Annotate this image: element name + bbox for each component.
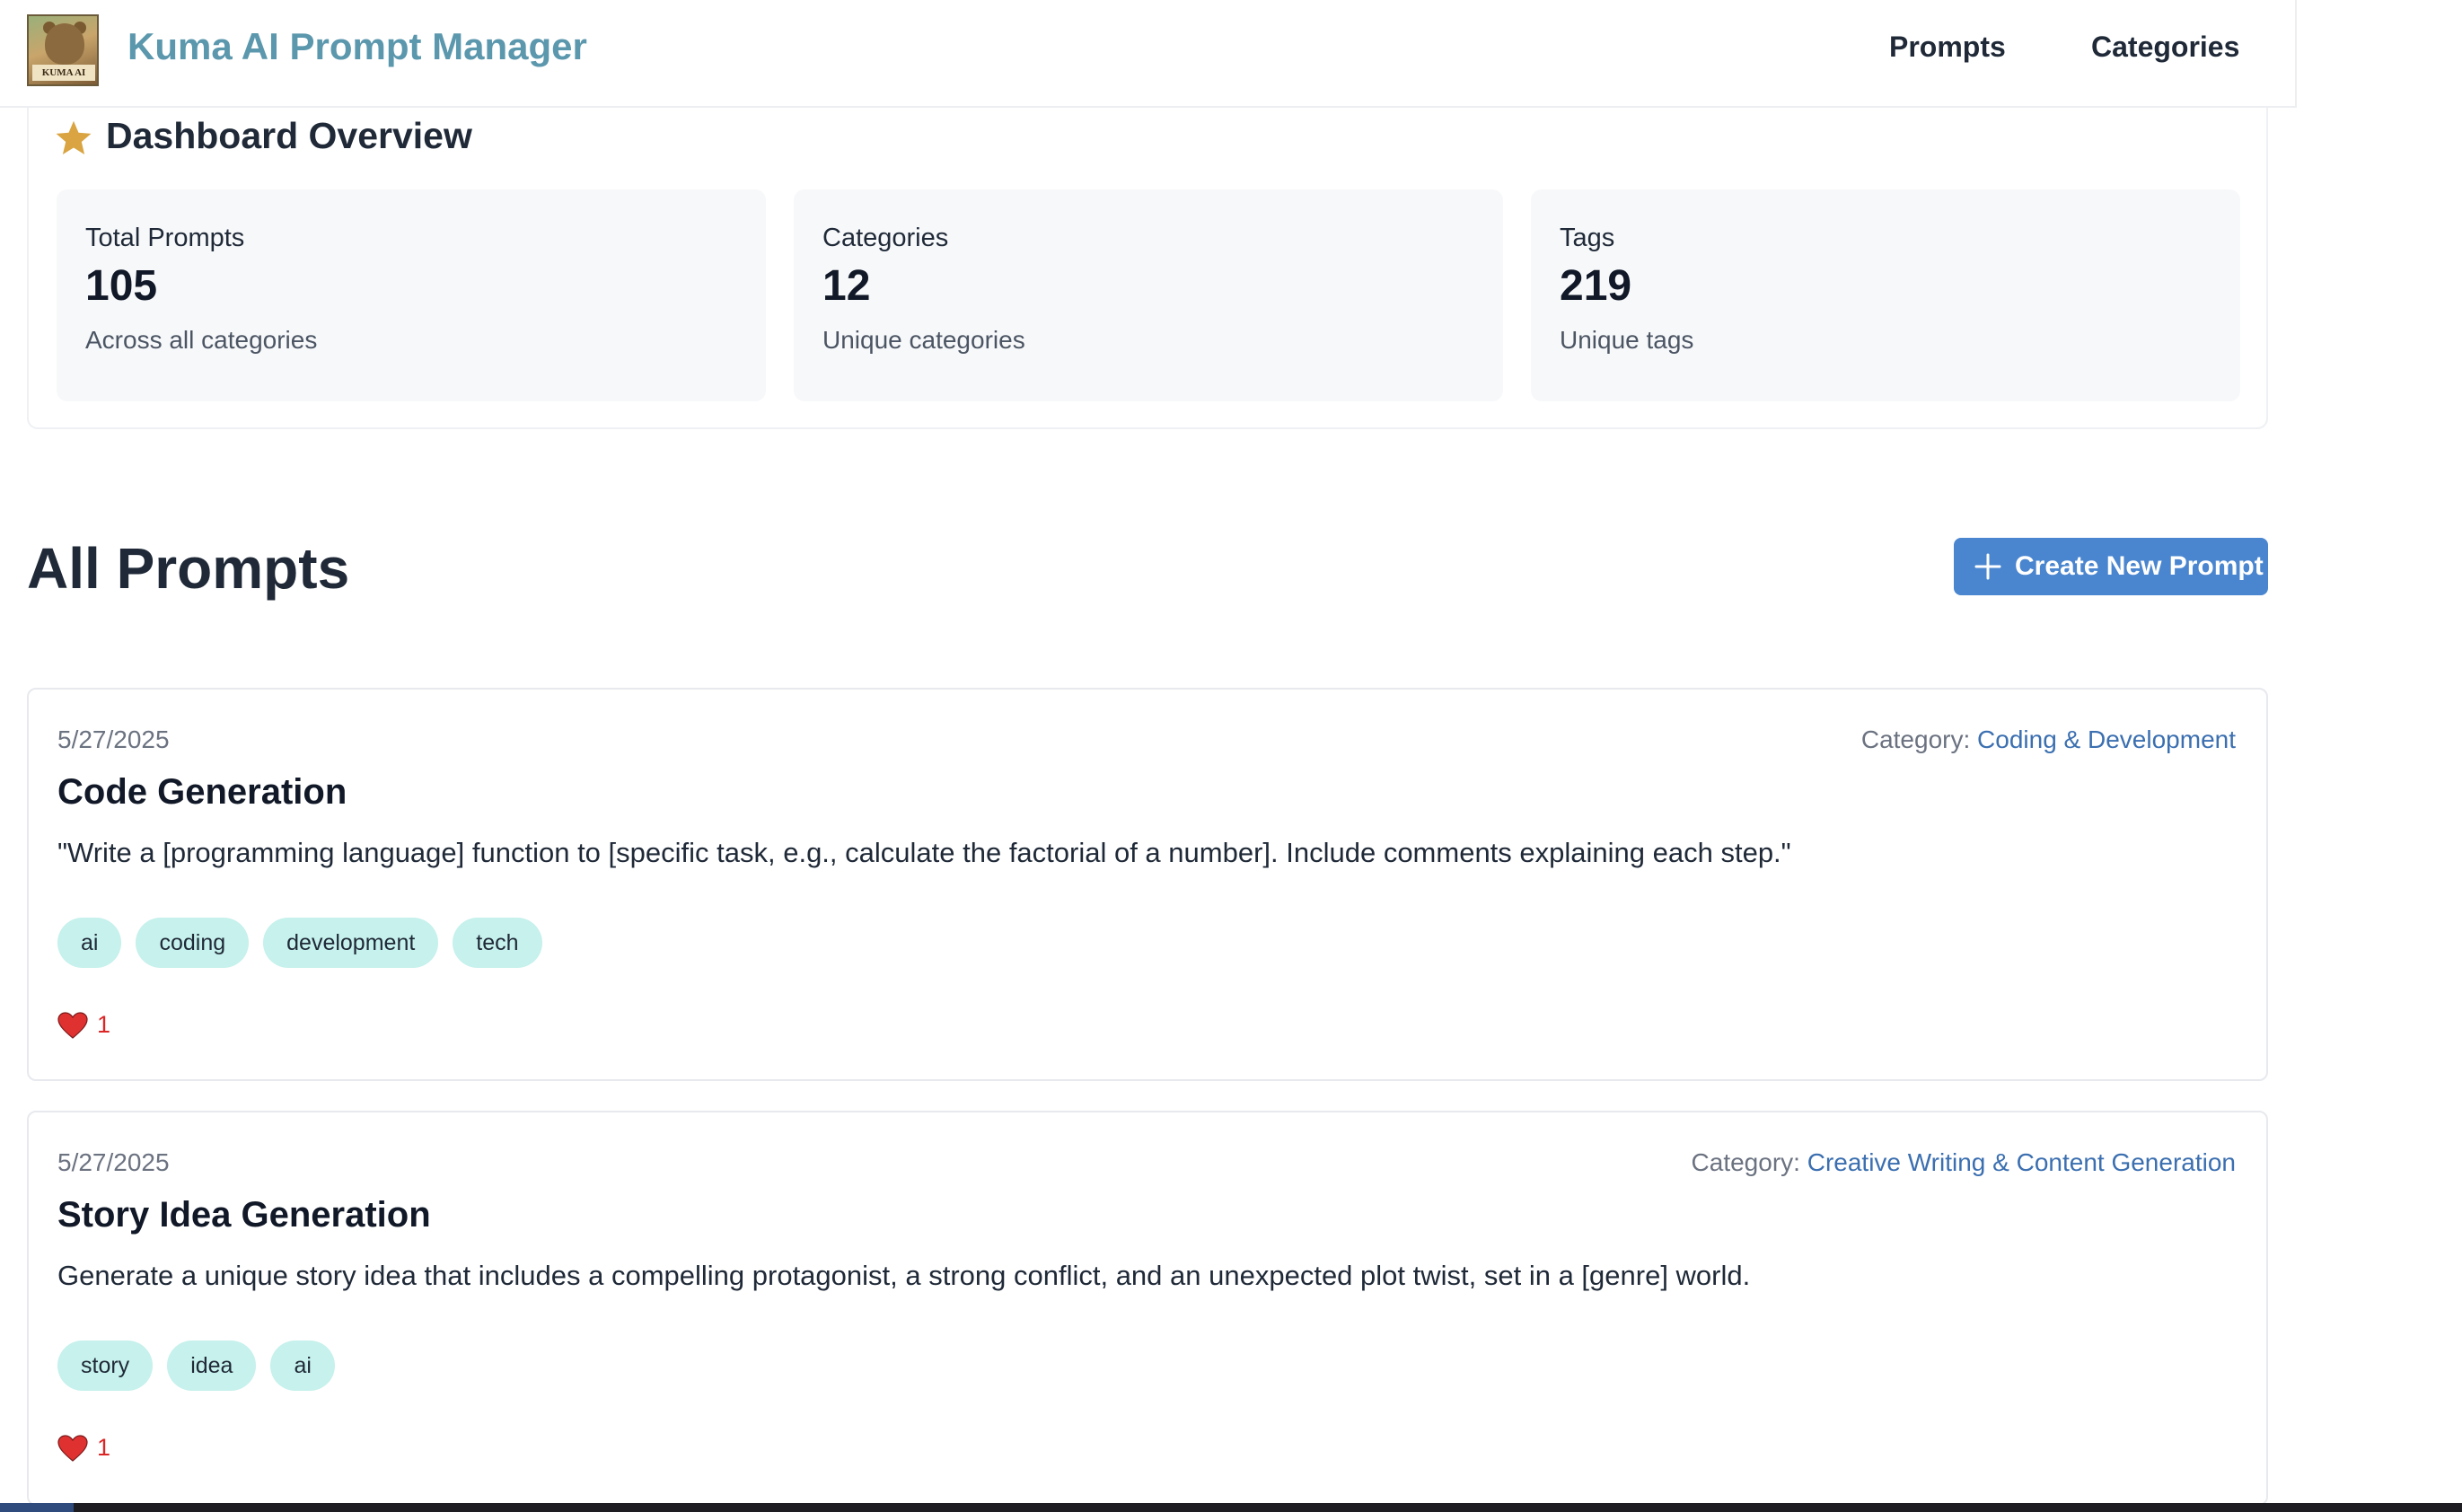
prompt-category: Category: Coding & Development	[1861, 725, 2236, 754]
star-icon	[56, 120, 92, 154]
stat-subtext: Unique tags	[1560, 326, 1694, 354]
create-new-prompt-button[interactable]: Create New Prompt	[1954, 538, 2268, 595]
stat-label: Tags	[1560, 224, 1615, 252]
stat-value: 12	[822, 262, 871, 310]
heart-icon	[57, 1434, 88, 1462]
stat-label: Categories	[822, 224, 949, 252]
tag-chip[interactable]: coding	[136, 918, 250, 968]
prompt-category: Category: Creative Writing & Content Gen…	[1692, 1148, 2236, 1177]
tag-chip[interactable]: story	[57, 1341, 154, 1391]
prompt-title[interactable]: Code Generation	[57, 772, 347, 813]
app-title[interactable]: Kuma AI Prompt Manager	[127, 25, 587, 68]
prompt-card[interactable]: 5/27/2025 Category: Creative Writing & C…	[27, 1111, 2268, 1506]
stat-card-categories: Categories 12 Unique categories	[794, 189, 1503, 401]
stat-subtext: Across all categories	[85, 326, 318, 354]
stat-subtext: Unique categories	[822, 326, 1025, 354]
category-label: Category:	[1860, 725, 1971, 753]
prompt-card[interactable]: 5/27/2025 Category: Coding & Development…	[27, 688, 2268, 1081]
tag-chip[interactable]: development	[263, 918, 439, 968]
stat-card-tags: Tags 219 Unique tags	[1531, 189, 2240, 401]
taskbar-strip	[0, 1503, 2462, 1512]
stat-card-total-prompts: Total Prompts 105 Across all categories	[57, 189, 766, 401]
stat-label: Total Prompts	[85, 224, 245, 252]
prompt-description: Generate a unique story idea that includ…	[57, 1260, 1751, 1291]
tag-chip[interactable]: idea	[167, 1341, 257, 1391]
prompt-date: 5/27/2025	[57, 1148, 170, 1176]
category-label: Category:	[1691, 1148, 1800, 1176]
like-button[interactable]: 1	[57, 1011, 110, 1039]
like-count: 1	[97, 1011, 111, 1038]
create-new-prompt-label: Create New Prompt	[2015, 551, 2264, 581]
prompt-title[interactable]: Story Idea Generation	[57, 1195, 431, 1235]
tag-chip[interactable]: ai	[57, 918, 122, 968]
category-link[interactable]: Creative Writing & Content Generation	[1807, 1148, 2236, 1176]
prompt-description: "Write a [programming language] function…	[57, 837, 1791, 868]
logo-text: KUMA AI	[32, 65, 95, 81]
prompt-tags: story idea ai	[57, 1341, 335, 1391]
like-count: 1	[97, 1434, 111, 1461]
kuma-logo[interactable]: KUMA AI	[27, 14, 99, 86]
nav-prompts[interactable]: Prompts	[1889, 31, 2006, 64]
plus-icon	[1974, 553, 2001, 580]
top-navbar: KUMA AI Kuma AI Prompt Manager Prompts C…	[0, 0, 2297, 108]
tag-chip[interactable]: tech	[453, 918, 542, 968]
dashboard-overview-title: Dashboard Overview	[106, 115, 472, 156]
prompt-date: 5/27/2025	[57, 725, 170, 753]
stat-value: 105	[85, 262, 158, 310]
nav-categories[interactable]: Categories	[2091, 31, 2239, 64]
prompt-tags: ai coding development tech	[57, 918, 542, 968]
tag-chip[interactable]: ai	[270, 1341, 335, 1391]
all-prompts-heading: All Prompts	[27, 536, 350, 601]
category-link[interactable]: Coding & Development	[1977, 725, 2236, 753]
heart-icon	[57, 1011, 88, 1039]
stat-value: 219	[1560, 262, 1632, 310]
like-button[interactable]: 1	[57, 1434, 110, 1462]
